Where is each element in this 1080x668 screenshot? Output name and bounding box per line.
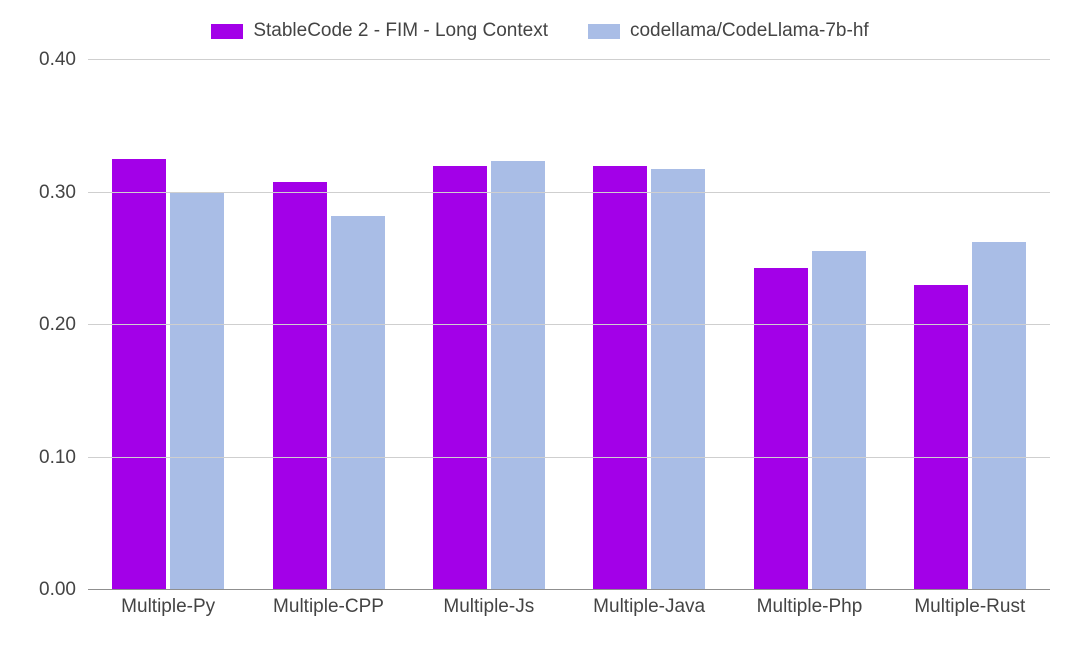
legend-swatch-icon [588, 24, 620, 39]
gridline [88, 192, 1050, 193]
x-tick-label: Multiple-CPP [248, 590, 408, 618]
chart-legend: StableCode 2 - FIM - Long Context codell… [20, 20, 1060, 60]
bar [754, 268, 808, 590]
gridline [88, 324, 1050, 325]
gridline [88, 457, 1050, 458]
bar [273, 182, 327, 590]
x-tick-label: Multiple-Rust [890, 590, 1050, 618]
bar [331, 216, 385, 590]
gridline [88, 59, 1050, 60]
bar [491, 161, 545, 590]
x-tick-label: Multiple-Java [569, 590, 729, 618]
bar [593, 166, 647, 590]
x-tick-label: Multiple-Php [729, 590, 889, 618]
y-tick-label: 0.40 [39, 49, 76, 71]
x-tick-label: Multiple-Py [88, 590, 248, 618]
legend-label: codellama/CodeLlama-7b-hf [630, 20, 869, 42]
chart-container: StableCode 2 - FIM - Long Context codell… [20, 20, 1060, 648]
legend-label: StableCode 2 - FIM - Long Context [253, 20, 548, 42]
bar [812, 251, 866, 590]
y-tick-label: 0.00 [39, 579, 76, 601]
bar [112, 159, 166, 590]
bar [433, 166, 487, 590]
bar [914, 285, 968, 590]
y-tick-label: 0.10 [39, 447, 76, 469]
legend-item-0: StableCode 2 - FIM - Long Context [211, 20, 548, 42]
x-tick-label: Multiple-Js [409, 590, 569, 618]
legend-swatch-icon [211, 24, 243, 39]
bar [651, 169, 705, 590]
plot-area: 0.000.100.200.300.40 Multiple-PyMultiple… [88, 60, 1050, 618]
bar [972, 242, 1026, 590]
y-tick-label: 0.30 [39, 182, 76, 204]
bars-area [88, 60, 1050, 590]
bar [170, 193, 224, 591]
x-axis: Multiple-PyMultiple-CPPMultiple-JsMultip… [88, 590, 1050, 618]
legend-item-1: codellama/CodeLlama-7b-hf [588, 20, 869, 42]
y-tick-label: 0.20 [39, 314, 76, 336]
